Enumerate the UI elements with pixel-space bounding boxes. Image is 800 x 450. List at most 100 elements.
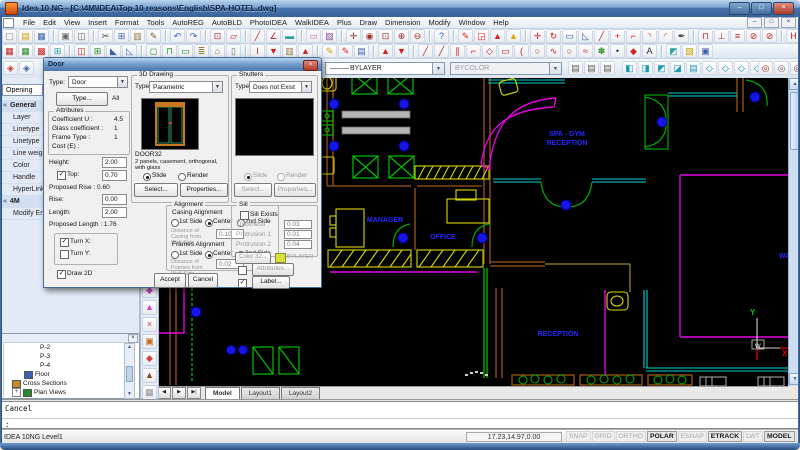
draw-2d-checkbox[interactable]: ✓	[57, 270, 66, 279]
attributes-checkbox[interactable]	[238, 266, 247, 275]
slash-tool-icon[interactable]: ╱	[594, 29, 609, 43]
toggle-lwt[interactable]: LWT	[743, 431, 763, 442]
window-tool-icon[interactable]: ◫	[74, 44, 89, 58]
tab-model[interactable]: Model	[205, 387, 240, 399]
command-input[interactable]: Cancel :	[1, 401, 799, 429]
top-field[interactable]: 0.70	[102, 170, 127, 181]
render-image-icon[interactable]: ▣	[698, 44, 713, 58]
scroll-down-icon[interactable]: ▼	[125, 391, 134, 398]
tree-item-p-4[interactable]: P-4	[3, 361, 67, 370]
turn-y-checkbox[interactable]	[60, 250, 69, 259]
pen-tool-icon[interactable]: ✒	[674, 29, 689, 43]
tree-scrollbar[interactable]: ▲ ▼	[124, 343, 135, 399]
arrow-up-red-icon[interactable]: ▲	[378, 44, 393, 58]
tab-last-icon[interactable]: ▶|	[187, 387, 201, 399]
scrollbar-thumb[interactable]	[126, 366, 133, 382]
zoom-in-icon[interactable]: ⊕	[394, 29, 409, 43]
tab-next-icon[interactable]: ▶	[172, 387, 186, 399]
tree-item-p-2[interactable]: P-2	[3, 343, 67, 352]
plot-style-icon[interactable]: ▤	[584, 61, 599, 75]
column-tool-icon[interactable]: ▯	[226, 44, 241, 58]
draw-point-icon[interactable]: •	[610, 44, 625, 58]
draw-rectangle-icon[interactable]: ▭	[498, 44, 513, 58]
zoom-window-2-icon[interactable]: ◎	[758, 61, 773, 75]
draw-arc-icon[interactable]: (	[514, 44, 529, 58]
toggle-esnap[interactable]: ESNAP	[678, 431, 707, 442]
image-attach-icon[interactable]: ▧	[322, 29, 337, 43]
tab-prev-icon[interactable]: ◀	[157, 387, 171, 399]
page-setup-icon[interactable]: ▤	[600, 61, 615, 75]
stairs-tool-icon[interactable]: ≡	[730, 29, 745, 43]
draw-region-icon[interactable]: ◆	[626, 44, 641, 58]
properties-button[interactable]: Properties...	[180, 183, 228, 197]
roof-tool-icon[interactable]: ⌂	[210, 44, 225, 58]
tree-item-p-3[interactable]: P-3	[3, 352, 67, 361]
side-tool-7-icon[interactable]: ▦	[142, 385, 157, 400]
open-file-icon[interactable]: ▤	[18, 29, 33, 43]
draw-spline-icon[interactable]: ∿	[546, 44, 561, 58]
side-tool-5-icon[interactable]: ◆	[142, 351, 157, 366]
beam-tool-icon[interactable]: ⊥	[714, 29, 729, 43]
select-region-icon[interactable]: ◩	[666, 44, 681, 58]
zoom-realtime-icon[interactable]: ◉	[362, 29, 377, 43]
ruler-icon[interactable]: ▬	[282, 29, 297, 43]
expand-icon[interactable]: +	[12, 388, 21, 397]
tree-header[interactable]: ×	[1, 334, 139, 343]
idea-view-icon[interactable]: ◈	[3, 61, 18, 75]
plus-tool-icon[interactable]: +	[610, 29, 625, 43]
zoom-dynamic-icon[interactable]: ◎	[774, 61, 789, 75]
arc-tool-2-icon[interactable]: ◜	[658, 29, 673, 43]
opening-tool-2-icon[interactable]: ⊓	[162, 44, 177, 58]
tab-layout2[interactable]: Layout2	[281, 387, 320, 399]
ban-tool-2-icon[interactable]: ⊘	[762, 29, 777, 43]
corner-tool-icon[interactable]: ⌐	[626, 29, 641, 43]
side-tool-2-icon[interactable]: ▲	[142, 300, 157, 315]
pencil-yellow-icon[interactable]: ✎	[322, 44, 337, 58]
redo-icon[interactable]: ↷	[186, 29, 201, 43]
move-tool-icon[interactable]: ✛	[530, 29, 545, 43]
zoom-scale-icon[interactable]: ◎	[790, 61, 798, 75]
window-tool-2-icon[interactable]: ▭	[178, 44, 193, 58]
draw-cloud-icon[interactable]: ≈	[578, 44, 593, 58]
clipboard-2-icon[interactable]: ▥	[282, 44, 297, 58]
close-icon[interactable]: ×	[128, 334, 138, 343]
scroll-up-icon[interactable]: ▲	[125, 344, 134, 351]
view-iso-1-icon[interactable]: ◇	[702, 61, 717, 75]
top-checkbox[interactable]: ✓	[57, 171, 66, 180]
menu-plus[interactable]: Plus	[333, 18, 356, 27]
dialog-close-icon[interactable]: ×	[303, 60, 318, 71]
view-front-icon[interactable]: ▤	[686, 61, 701, 75]
doc-minimize-button[interactable]: –	[747, 17, 762, 28]
quick-select-icon[interactable]: ▱	[226, 29, 241, 43]
sketch-line-icon[interactable]: ╱	[250, 29, 265, 43]
label-checkbox[interactable]: ✓	[238, 279, 247, 288]
plot-icon[interactable]: ▤	[568, 61, 583, 75]
side-tool-6-icon[interactable]: ▲	[142, 368, 157, 383]
restore-button[interactable]: □	[751, 2, 772, 15]
close-button[interactable]: ×	[773, 2, 794, 15]
draw-ray-icon[interactable]: ╱	[434, 44, 449, 58]
raise-tool-icon[interactable]: ▲	[298, 44, 313, 58]
casing-center-radio[interactable]	[205, 219, 213, 227]
menu-file[interactable]: File	[19, 18, 39, 27]
cut-icon[interactable]: ✂	[98, 29, 113, 43]
toggle-polar[interactable]: POLAR	[647, 431, 677, 442]
pencil-red-2-icon[interactable]: ✎	[338, 44, 353, 58]
color-dropdown[interactable]: BYCOLOR ▼	[450, 62, 562, 75]
chamfer-tool-icon[interactable]: ◺	[578, 29, 593, 43]
side-tool-4-icon[interactable]: ▣	[142, 334, 157, 349]
view-bottom-icon[interactable]: ◨	[638, 61, 653, 75]
chevron-down-icon[interactable]: ▼	[432, 63, 444, 74]
area-chart-icon[interactable]: ◲	[474, 29, 489, 43]
wall-corner-icon[interactable]: ◣	[106, 44, 121, 58]
chevron-down-icon[interactable]: ▼	[549, 63, 561, 74]
linetype-dropdown[interactable]: ——— BYLAYER ▼	[325, 62, 445, 75]
undo-icon[interactable]: ↶	[170, 29, 185, 43]
select-entity-icon[interactable]: ⊡	[210, 29, 225, 43]
chevron-down-icon[interactable]: ▼	[117, 77, 127, 87]
chevron-down-icon[interactable]: ▼	[212, 82, 222, 92]
view-left-icon[interactable]: ◩	[654, 61, 669, 75]
toggle-ortho[interactable]: ORTHO	[616, 431, 646, 442]
menu-tools[interactable]: Tools	[143, 18, 169, 27]
select-button[interactable]: Select...	[134, 183, 178, 197]
